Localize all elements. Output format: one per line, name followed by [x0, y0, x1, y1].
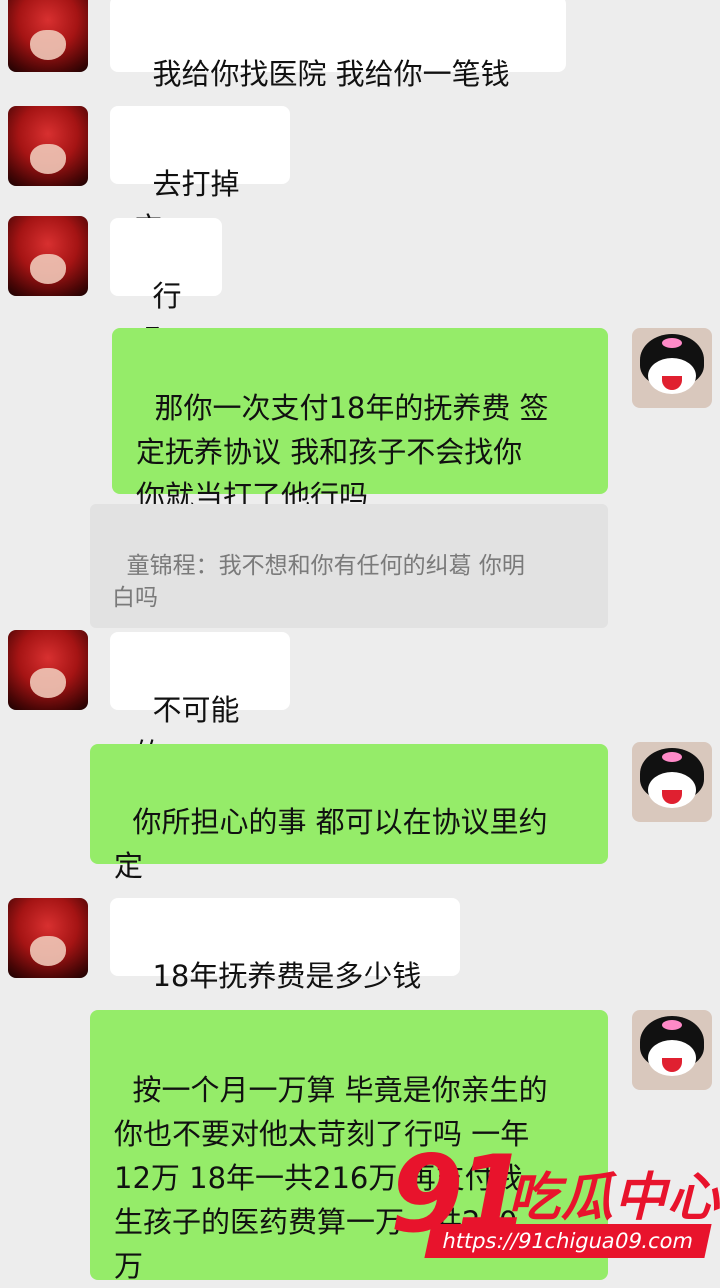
contact-avatar[interactable] [8, 0, 88, 72]
own-avatar[interactable] [632, 328, 712, 408]
contact-avatar[interactable] [8, 216, 88, 296]
own-avatar[interactable] [632, 742, 712, 822]
quoted-message[interactable]: 童锦程：我不想和你有任何的纠葛 你明 白吗 [90, 504, 608, 628]
watermark-url: https://91chigua09.com [424, 1224, 712, 1258]
message-bubble-received[interactable]: 18年抚养费是多少钱 [110, 898, 460, 993]
bow-icon [662, 1020, 682, 1030]
watermark-logo: 91 吃瓜中心 https://91chigua09.com [380, 1140, 720, 1280]
message-bubble-received[interactable]: 行吗 [110, 218, 222, 357]
contact-avatar[interactable] [8, 898, 88, 978]
bow-icon [662, 752, 682, 762]
message-text: 18年抚养费是多少钱 [152, 959, 422, 993]
message-bubble-sent[interactable]: 你所担心的事 都可以在协议里约 定 [90, 744, 608, 883]
quote-text: 童锦程：我不想和你有任何的纠葛 你明 白吗 [112, 553, 525, 611]
own-avatar[interactable] [632, 1010, 712, 1090]
message-text: 我给你找医院 我给你一笔钱 [152, 57, 510, 91]
watermark-brand: 吃瓜中心 [508, 1168, 720, 1228]
contact-avatar[interactable] [8, 630, 88, 710]
contact-avatar[interactable] [8, 106, 88, 186]
bow-icon [662, 338, 682, 348]
message-bubble-received[interactable]: 不可能的 [110, 632, 290, 771]
message-text: 你所担心的事 都可以在协议里约 定 [114, 805, 548, 883]
message-bubble-sent[interactable]: 那你一次支付18年的抚养费 签 定抚养协议 我和孩子不会找你 你就当打了他行吗 [112, 328, 608, 513]
message-text: 那你一次支付18年的抚养费 签 定抚养协议 我和孩子不会找你 你就当打了他行吗 [136, 391, 549, 513]
message-bubble-received[interactable]: 我给你找医院 我给你一笔钱 [110, 0, 566, 91]
message-bubble-received[interactable]: 去打掉它 [110, 106, 290, 245]
